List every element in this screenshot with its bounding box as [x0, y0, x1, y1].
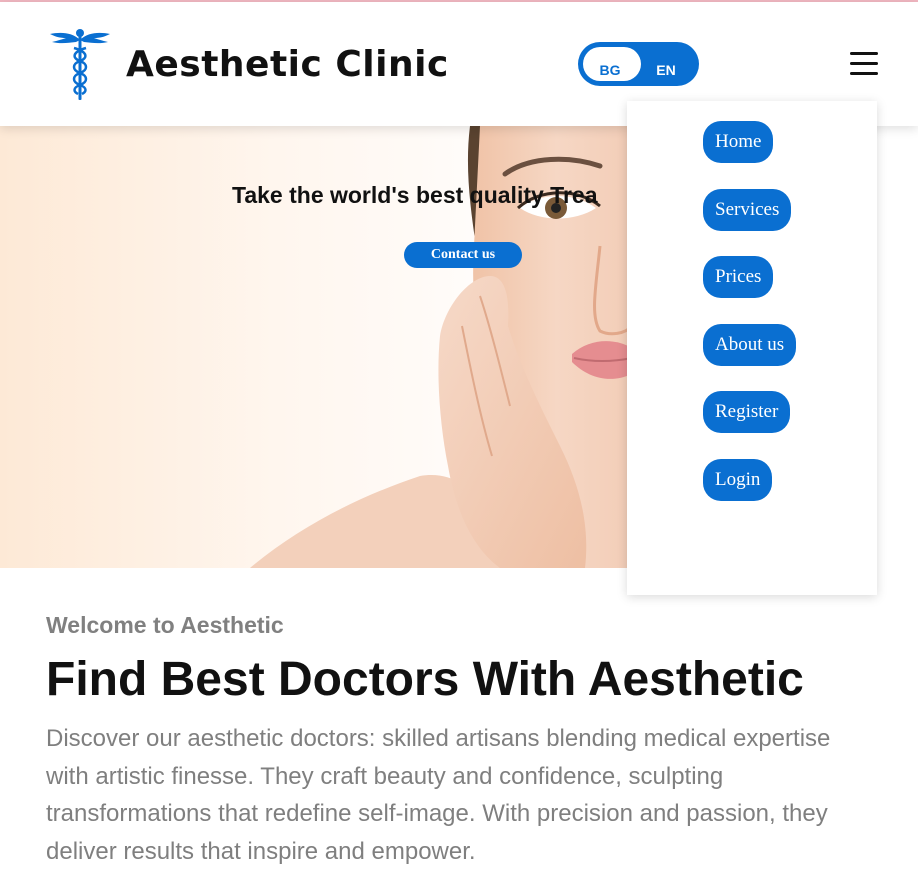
nav-item-prices[interactable]: Prices: [703, 256, 774, 298]
nav-item-register[interactable]: Register: [703, 391, 791, 433]
caduceus-logo-icon[interactable]: [48, 26, 112, 102]
language-option-bg[interactable]: BG: [592, 62, 628, 78]
hamburger-icon[interactable]: [850, 52, 878, 78]
nav-item-login[interactable]: Login: [703, 459, 773, 501]
nav-dropdown-menu: Home Services Prices About us Register L…: [627, 101, 877, 595]
language-option-en[interactable]: EN: [648, 62, 684, 78]
contact-us-button[interactable]: Contact us: [404, 242, 522, 268]
nav-item-about-us[interactable]: About us: [703, 324, 797, 366]
welcome-subtitle: Welcome to Aesthetic: [46, 612, 284, 638]
nav-item-services[interactable]: Services: [703, 189, 792, 231]
logo-text[interactable]: Aesthetic Clinic: [126, 44, 449, 85]
page-title: Find Best Doctors With Aesthetic: [46, 653, 804, 706]
language-toggle[interactable]: BG EN: [578, 42, 699, 86]
hero-title: Take the world's best quality Trea: [232, 182, 598, 208]
intro-paragraph: Discover our aesthetic doctors: skilled …: [46, 725, 831, 865]
nav-item-home[interactable]: Home: [703, 121, 774, 163]
